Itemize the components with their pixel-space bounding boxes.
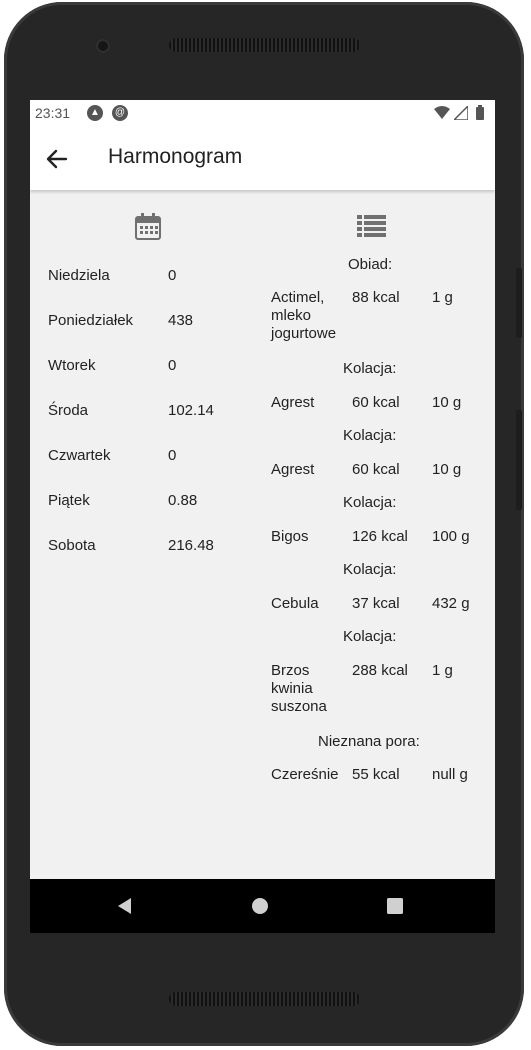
day-label: Niedziela [48, 267, 110, 284]
day-label: Sobota [48, 537, 96, 554]
battery-icon [476, 105, 484, 120]
meal-time-label: Obiad: [348, 256, 393, 273]
food-kcal: 288 kcal [352, 662, 408, 679]
screen: 23:31 ▲ @ Harmonogram Niedziela 0 Ponied… [30, 100, 495, 933]
status-time: 23:31 [35, 105, 71, 121]
calendar-icon [135, 213, 161, 240]
nav-home-icon[interactable] [248, 894, 272, 918]
signal-icon [454, 106, 468, 120]
meal-time-label: Kolacja: [343, 427, 397, 444]
food-name: Bigos [271, 528, 309, 545]
expo-icon: ▲ [87, 105, 103, 121]
food-amount: 1 g [432, 662, 453, 679]
system-nav-bar [30, 879, 495, 933]
food-name: Actimel, mleko jogurtowe [271, 289, 337, 342]
food-amount: 10 g [432, 394, 462, 411]
food-name: Cebula [271, 595, 319, 612]
day-label: Piątek [48, 492, 90, 509]
day-value: 0.88 [168, 492, 198, 509]
food-name: Czereśnie [271, 766, 339, 783]
page-title: Harmonogram [108, 145, 243, 168]
sync-icon: @ [112, 105, 128, 121]
day-label: Wtorek [48, 357, 96, 374]
meal-time-label: Nieznana pora: [318, 733, 420, 750]
food-amount: 1 g [432, 289, 453, 306]
day-label: Czwartek [48, 447, 111, 464]
meal-time-label: Kolacja: [343, 561, 397, 578]
food-amount: 10 g [432, 461, 462, 478]
food-name: Brzos kwinia suszona [271, 662, 327, 715]
day-label: Poniedziałek [48, 312, 134, 329]
food-name: Agrest [271, 461, 315, 478]
food-amount: null g [432, 766, 468, 783]
food-amount: 432 g [432, 595, 470, 612]
earpiece-speaker [169, 38, 360, 52]
day-label: Środa [48, 402, 89, 419]
food-kcal: 55 kcal [352, 766, 400, 783]
day-value: 0 [168, 447, 177, 464]
day-value: 216.48 [168, 537, 214, 554]
day-value: 0 [168, 357, 177, 374]
food-kcal: 60 kcal [352, 461, 400, 478]
meal-time-label: Kolacja: [343, 628, 397, 645]
bottom-speaker [169, 992, 360, 1006]
meal-time-label: Kolacja: [343, 360, 397, 377]
list-icon [357, 215, 386, 237]
front-camera [96, 39, 110, 53]
nav-back-icon[interactable] [112, 894, 136, 918]
food-amount: 100 g [432, 528, 470, 545]
day-value: 438 [168, 312, 194, 329]
day-value: 102.14 [168, 402, 214, 419]
back-arrow-icon[interactable] [42, 144, 72, 174]
volume-button [516, 268, 522, 338]
status-bar: 23:31 ▲ @ [30, 100, 495, 126]
nav-recents-icon[interactable] [383, 894, 407, 918]
food-kcal: 88 kcal [352, 289, 400, 306]
food-kcal: 60 kcal [352, 394, 400, 411]
food-name: Agrest [271, 394, 315, 411]
power-button [516, 410, 522, 510]
meal-time-label: Kolacja: [343, 494, 397, 511]
day-value: 0 [168, 267, 177, 284]
app-bar: Harmonogram [30, 126, 495, 190]
food-kcal: 37 kcal [352, 595, 400, 612]
food-kcal: 126 kcal [352, 528, 408, 545]
wifi-icon [434, 106, 450, 119]
